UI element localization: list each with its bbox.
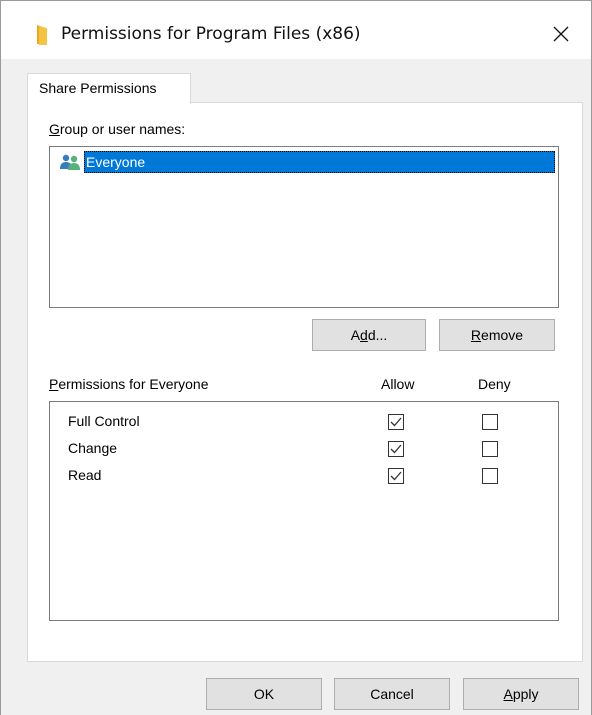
permissions-table: Full Control Change Read [49,401,559,621]
group-or-user-names-label: Group or user names: [49,121,186,137]
allow-checkbox-read[interactable] [388,468,404,484]
users-group-icon [58,153,82,171]
allow-column-header: Allow [381,376,415,392]
permission-row-change: Change [50,438,558,464]
permission-name: Full Control [68,413,140,429]
add-button[interactable]: Ad d... [312,319,426,351]
list-item[interactable]: Everyone [58,151,555,173]
permission-name: Change [68,440,118,456]
permissions-header: Permissions for Everyone [49,376,209,392]
permissions-dialog: Permissions for Program Files (x86) Shar… [0,0,592,715]
folder-icon [35,24,49,46]
remove-button[interactable]: Remove [439,319,555,351]
permission-name: Read [68,467,102,483]
title-bar[interactable]: Permissions for Program Files (x86) [1,1,591,59]
tab-strip: Share Permissions [27,73,191,104]
permission-row-read: Read [50,465,558,491]
allow-checkbox-full-control[interactable] [388,414,404,430]
allow-checkbox-change[interactable] [388,441,404,457]
list-item-label: Everyone [84,151,555,173]
deny-checkbox-full-control[interactable] [482,414,498,430]
deny-checkbox-read[interactable] [482,468,498,484]
cancel-button[interactable]: Cancel [334,678,450,710]
ok-button[interactable]: OK [206,678,322,710]
deny-column-header: Deny [478,376,511,392]
tab-label: Share Permissions [39,80,157,96]
tab-share-permissions[interactable]: Share Permissions [27,73,191,104]
user-list[interactable]: Everyone [49,146,559,308]
apply-button[interactable]: Apply [463,678,579,710]
close-button[interactable] [541,19,581,51]
permission-row-full-control: Full Control [50,411,558,437]
deny-checkbox-change[interactable] [482,441,498,457]
window-title: Permissions for Program Files (x86) [61,24,361,44]
close-icon [553,26,569,45]
